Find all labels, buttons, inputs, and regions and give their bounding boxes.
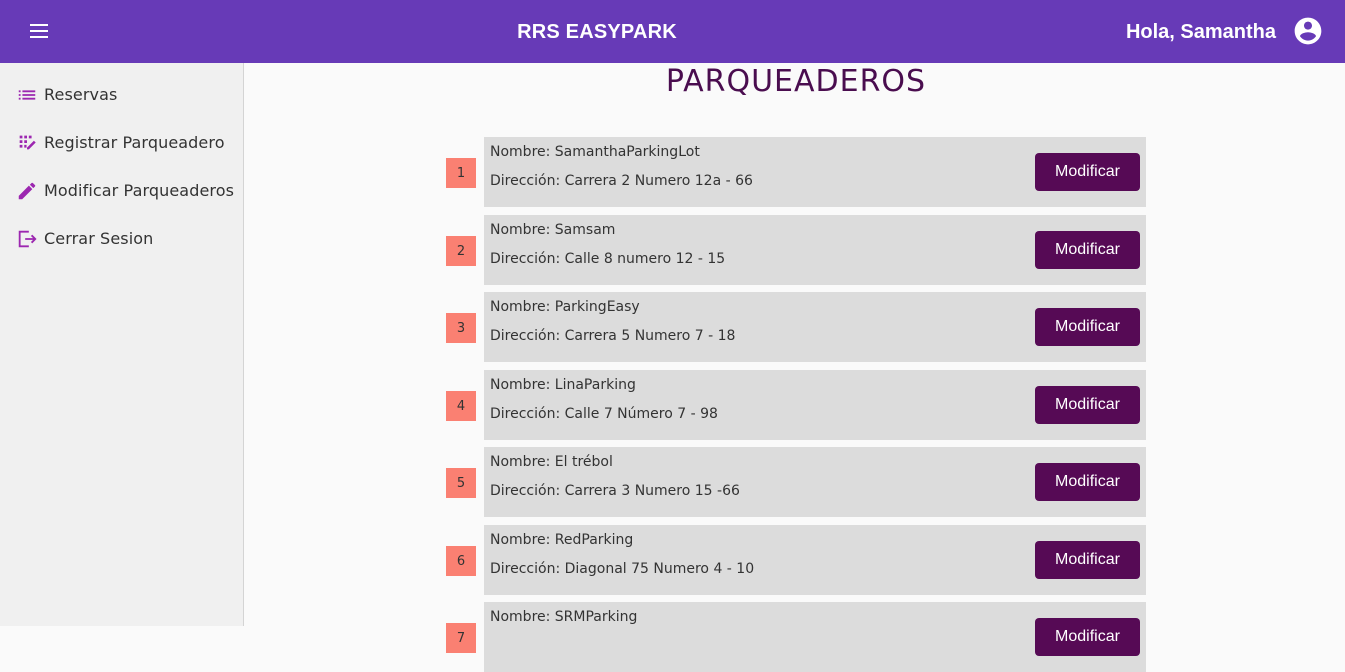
sidebar: Reservas Registrar Parqueadero Modificar… (0, 63, 244, 626)
lot-address: Dirección: Calle 7 Número 7 - 98 (490, 406, 718, 422)
account-circle-icon[interactable] (1292, 15, 1324, 47)
lot-address: Dirección: Carrera 3 Numero 15 -66 (490, 483, 740, 499)
top-app-bar: RRS EASYPARK Hola, Samantha (0, 0, 1345, 63)
modify-button[interactable]: Modificar (1035, 231, 1140, 269)
parking-lot-card: Nombre: Samsam Dirección: Calle 8 numero… (484, 215, 1146, 285)
pencil-icon (16, 180, 38, 202)
lot-name: Nombre: Samsam (490, 222, 616, 238)
list-item: 5 Nombre: El trébol Dirección: Carrera 3… (446, 447, 1146, 517)
sidebar-item-registrar-parqueadero[interactable]: Registrar Parqueadero (0, 122, 243, 162)
lot-name: Nombre: SamanthaParkingLot (490, 144, 700, 160)
modify-button[interactable]: Modificar (1035, 153, 1140, 191)
parking-lot-card: Nombre: ParkingEasy Dirección: Carrera 5… (484, 292, 1146, 362)
list-item: 1 Nombre: SamanthaParkingLot Dirección: … (446, 137, 1146, 207)
sidebar-item-reservas[interactable]: Reservas (0, 74, 243, 114)
row-number-badge: 2 (446, 236, 476, 266)
parking-lot-card: Nombre: SRMParking Modificar (484, 602, 1146, 672)
row-number-badge: 6 (446, 546, 476, 576)
lot-address: Dirección: Carrera 5 Numero 7 - 18 (490, 328, 736, 344)
row-number-badge: 1 (446, 158, 476, 188)
row-number-badge: 5 (446, 468, 476, 498)
sidebar-item-cerrar-sesion[interactable]: Cerrar Sesion (0, 218, 243, 258)
list-item: 7 Nombre: SRMParking Modificar (446, 602, 1146, 672)
list-item: 3 Nombre: ParkingEasy Dirección: Carrera… (446, 292, 1146, 362)
lot-name: Nombre: El trébol (490, 454, 613, 470)
sidebar-item-label: Registrar Parqueadero (44, 133, 225, 152)
modify-button[interactable]: Modificar (1035, 618, 1140, 656)
lot-address: Dirección: Diagonal 75 Numero 4 - 10 (490, 561, 755, 577)
menu-icon[interactable] (24, 18, 54, 44)
modify-button[interactable]: Modificar (1035, 386, 1140, 424)
sidebar-item-label: Modificar Parqueaderos (44, 181, 235, 200)
list-item: 2 Nombre: Samsam Dirección: Calle 8 nume… (446, 215, 1146, 285)
lot-name: Nombre: ParkingEasy (490, 299, 640, 315)
list-item: 6 Nombre: RedParking Dirección: Diagonal… (446, 525, 1146, 595)
list-item: 4 Nombre: LinaParking Dirección: Calle 7… (446, 370, 1146, 440)
modify-button[interactable]: Modificar (1035, 541, 1140, 579)
grid-edit-icon (16, 132, 38, 154)
lot-address: Dirección: Carrera 2 Numero 12a - 66 (490, 173, 753, 189)
modify-button[interactable]: Modificar (1035, 463, 1140, 501)
sidebar-item-label: Reservas (44, 85, 118, 104)
sidebar-item-label: Cerrar Sesion (44, 229, 154, 248)
page-title: PARQUEADEROS (665, 64, 927, 99)
lot-name: Nombre: SRMParking (490, 609, 638, 625)
list-icon (16, 84, 38, 106)
row-number-badge: 4 (446, 391, 476, 421)
parking-lot-card: Nombre: SamanthaParkingLot Dirección: Ca… (484, 137, 1146, 207)
row-number-badge: 7 (446, 623, 476, 653)
logout-icon (16, 228, 38, 250)
lot-name: Nombre: RedParking (490, 532, 634, 548)
app-title: RRS EASYPARK (517, 21, 677, 43)
lot-address: Dirección: Calle 8 numero 12 - 15 (490, 251, 726, 267)
modify-button[interactable]: Modificar (1035, 308, 1140, 346)
user-greeting: Hola, Samantha (1125, 21, 1276, 43)
sidebar-item-modificar-parqueaderos[interactable]: Modificar Parqueaderos (0, 170, 243, 210)
parking-lot-card: Nombre: El trébol Dirección: Carrera 3 N… (484, 447, 1146, 517)
parking-lot-card: Nombre: LinaParking Dirección: Calle 7 N… (484, 370, 1146, 440)
parking-lot-card: Nombre: RedParking Dirección: Diagonal 7… (484, 525, 1146, 595)
lot-name: Nombre: LinaParking (490, 377, 636, 393)
row-number-badge: 3 (446, 313, 476, 343)
